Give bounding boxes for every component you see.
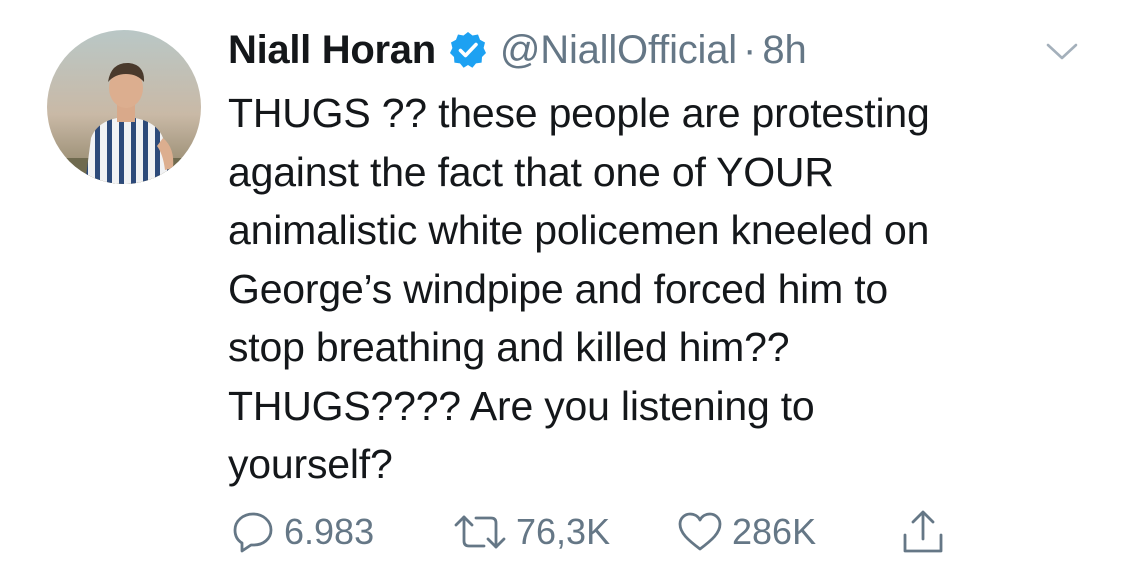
like-button[interactable]: 286K: [676, 500, 816, 564]
separator-dot: ·: [742, 27, 757, 72]
chevron-down-icon[interactable]: [1042, 38, 1082, 66]
like-count: 286K: [732, 511, 817, 552]
tweet-card[interactable]: Niall Horan @NiallOfficial · 8h THUGS ??…: [0, 0, 1125, 578]
heart-icon: [678, 512, 722, 551]
verified-badge-icon: [448, 30, 488, 70]
avatar[interactable]: [47, 30, 201, 184]
tweet-text-line: yourself?: [228, 441, 393, 487]
retweet-button[interactable]: 76,3K: [452, 500, 610, 564]
display-name[interactable]: Niall Horan: [228, 28, 436, 73]
tweet-text-line: THUGS???? Are you listening to: [228, 382, 815, 429]
tweet-text-line: stop breathing and killed him??: [228, 324, 790, 370]
tweet-actions: 6.983 76,3K 286K: [0, 500, 1125, 564]
reply-count: 6.983: [284, 511, 375, 552]
reply-icon: [233, 512, 273, 553]
tweet-header: Niall Horan @NiallOfficial · 8h: [228, 22, 807, 78]
share-icon: [903, 510, 943, 553]
tweet-text: THUGS ?? these people are protesting aga…: [228, 84, 1108, 494]
tweet-text-line: animalistic white policemen kneeled on: [228, 207, 930, 253]
tweet-text-line: George’s windpipe and forced him to: [228, 265, 889, 312]
tweet-text-line: against the fact that one of YOUR: [228, 148, 834, 195]
share-button[interactable]: [898, 500, 956, 564]
retweet-count: 76,3K: [516, 511, 611, 552]
timestamp[interactable]: 8h: [762, 28, 807, 73]
user-handle[interactable]: @NiallOfficial: [500, 28, 737, 73]
tweet-text-line: THUGS ?? these people are protesting: [228, 90, 930, 136]
retweet-icon: [454, 515, 506, 549]
reply-button[interactable]: 6.983: [230, 500, 374, 564]
